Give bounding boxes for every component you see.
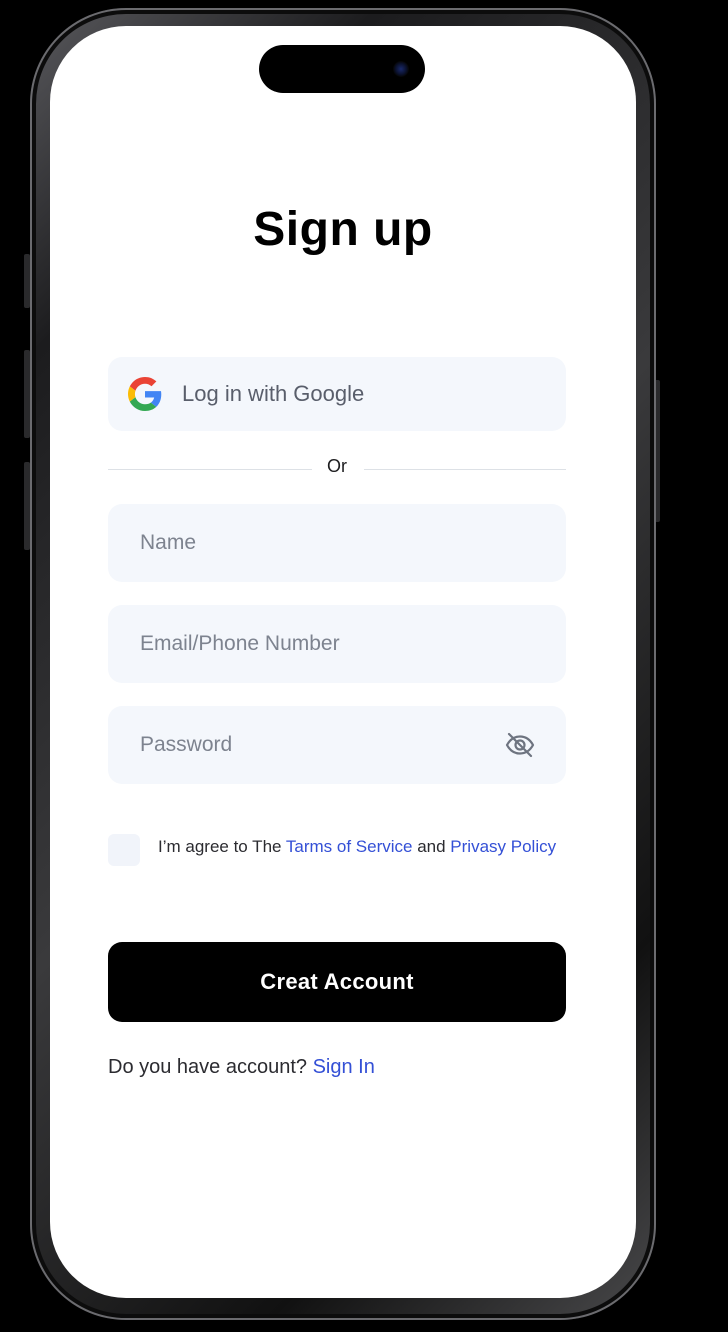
- divider-text: Or: [327, 456, 347, 476]
- google-login-button[interactable]: Log in with Google: [108, 357, 566, 431]
- terms-middle: and: [412, 837, 451, 856]
- email-field: [108, 605, 566, 683]
- app-screen: Sign up Log in with Google Or Name Email…: [50, 26, 636, 1298]
- sign-in-link[interactable]: Sign In: [313, 1056, 375, 1078]
- or-divider: Or: [108, 454, 566, 484]
- name-input[interactable]: [108, 504, 566, 582]
- google-login-label: Log in with Google: [182, 381, 365, 406]
- camera-icon: [393, 61, 409, 77]
- email-input[interactable]: [108, 605, 566, 683]
- terms-of-service-link[interactable]: Tarms of Service: [286, 837, 413, 856]
- terms-text: I’m agree to The Tarms of Service and Pr…: [158, 832, 558, 861]
- create-account-button[interactable]: Creat Account: [108, 942, 566, 1022]
- privacy-policy-link[interactable]: Privasy Policy: [450, 837, 556, 856]
- terms-checkbox[interactable]: [108, 834, 140, 866]
- eye-off-icon[interactable]: [504, 731, 536, 759]
- google-logo-icon: [128, 377, 162, 411]
- dynamic-island: [259, 45, 425, 93]
- terms-prefix: I’m agree to The: [158, 837, 286, 856]
- divider-line-right: [364, 469, 566, 470]
- signin-prompt: Do you have account? Sign In: [108, 1056, 375, 1079]
- password-input[interactable]: [108, 706, 566, 784]
- password-field: [108, 706, 566, 784]
- device-mockup: Sign up Log in with Google Or Name Email…: [0, 0, 728, 1332]
- signin-prompt-text: Do you have account?: [108, 1056, 313, 1078]
- page-title: Sign up: [253, 203, 433, 256]
- name-field: [108, 504, 566, 582]
